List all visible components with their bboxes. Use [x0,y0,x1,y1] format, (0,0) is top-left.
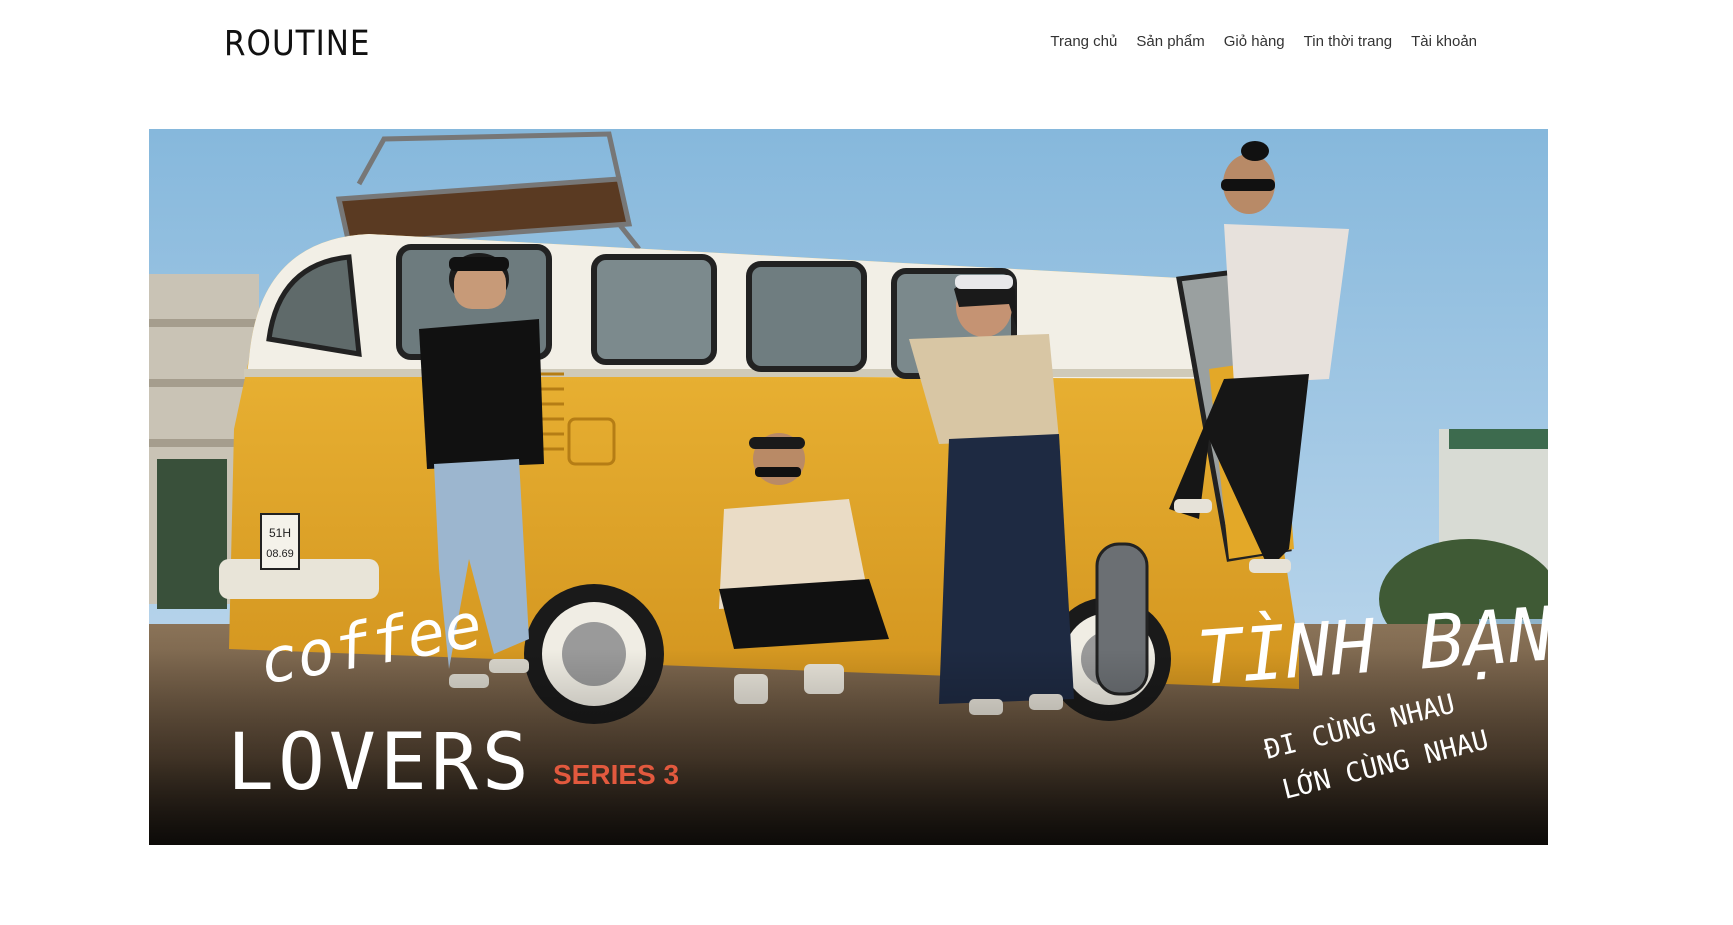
nav-item-fashion-news[interactable]: Tin thời trang [1304,33,1392,50]
series-label: SERIES 3 [553,759,679,790]
nav-item-account[interactable]: Tài khoản [1411,33,1477,50]
plate-line-2: 08.69 [266,548,294,560]
plate-line-1: 51H [269,526,291,540]
nav-item-products[interactable]: Sản phẩm [1136,33,1204,50]
nav-item-cart[interactable]: Giỏ hàng [1224,33,1285,50]
main-nav: Trang chủ Sản phẩm Giỏ hàng Tin thời tra… [1050,33,1477,50]
hero-banner[interactable]: 51H 08.69 coffee LOVERS SERIES 3 TÌNH BẠ… [149,129,1548,845]
nav-item-home[interactable]: Trang chủ [1050,33,1117,50]
brand-logo[interactable]: ROUTINE [222,24,370,64]
site-header: ROUTINE Trang chủ Sản phẩm Giỏ hàng Tin … [0,0,1733,90]
collection-title-line2: LOVERS [227,718,533,808]
hero-banner-image: 51H 08.69 coffee LOVERS SERIES 3 TÌNH BẠ… [149,129,1548,845]
logo-text: ROUTINE [224,23,371,64]
